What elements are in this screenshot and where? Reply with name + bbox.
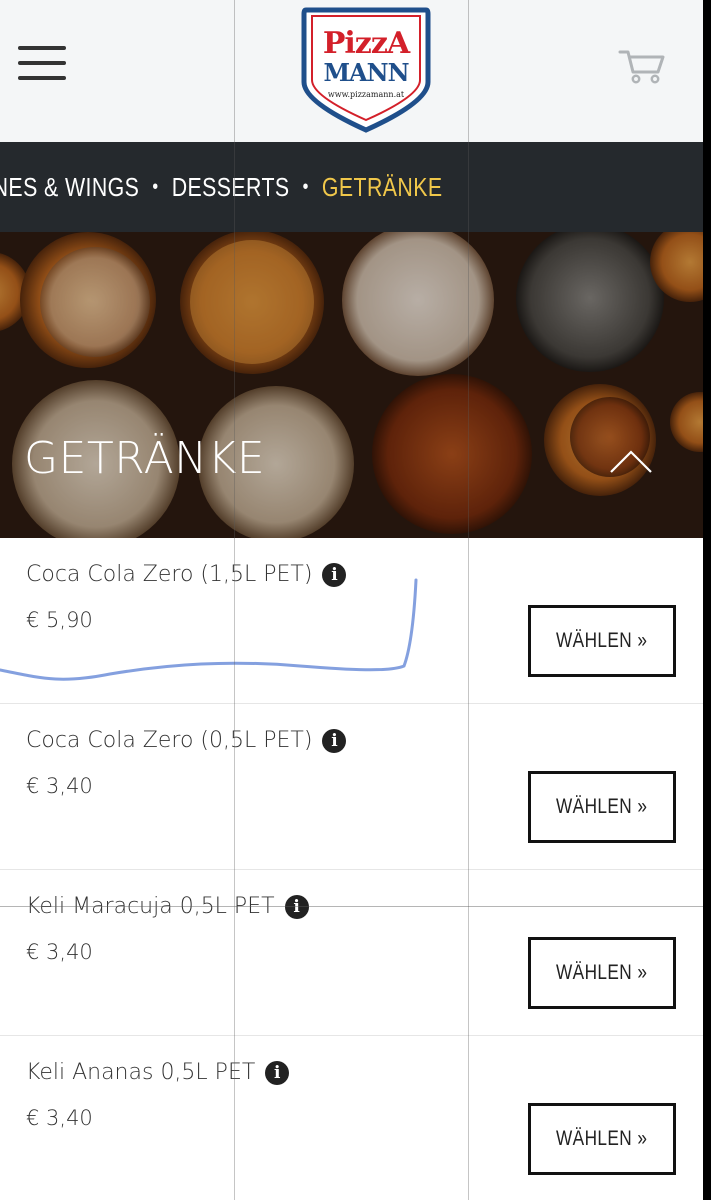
product-name: Coca Cola Zero (0,5L PET) i: [26, 728, 347, 753]
category-separator: •: [302, 176, 309, 198]
logo-text-mann: MANN: [323, 58, 409, 87]
select-button-label: WÄHLEN »: [556, 1127, 648, 1150]
product-name: Keli Ananas 0,5L PET i: [26, 1060, 290, 1085]
info-icon[interactable]: i: [322, 563, 347, 587]
product-row: Coca Cola Zero (0,5L PET) i € 3,40 WÄHLEN…: [0, 704, 703, 870]
product-name: Keli Maracuja 0,5L PET i: [26, 894, 309, 919]
product-name: Coca Cola Zero (1,5L PET) i: [26, 562, 347, 587]
select-button-label: WÄHLEN »: [556, 795, 648, 818]
select-button[interactable]: WÄHLEN »: [528, 1103, 676, 1175]
category-wings[interactable]: ENES & WINGS: [0, 172, 139, 203]
product-row: Keli Ananas 0,5L PET i € 3,40 WÄHLEN »: [0, 1036, 703, 1200]
select-button-label: WÄHLEN »: [556, 629, 648, 652]
product-price: € 5,90: [26, 608, 93, 632]
product-price: € 3,40: [26, 1106, 93, 1130]
beer-glasses-image: [0, 232, 703, 538]
select-button[interactable]: WÄHLEN »: [528, 605, 676, 677]
product-price: € 3,40: [26, 940, 93, 964]
product-price: € 3,40: [26, 774, 93, 798]
category-title: GETRÄNKE: [24, 433, 266, 484]
pizzamann-logo[interactable]: PizzA MANN www.pizzamann.at: [300, 4, 432, 134]
category-getraenke[interactable]: GETRÄNKE: [322, 172, 443, 203]
page: PizzA MANN www.pizzamann.at ENES & WINGS…: [0, 0, 703, 1200]
info-icon[interactable]: i: [322, 729, 347, 753]
info-icon[interactable]: i: [284, 895, 309, 919]
product-name-text: Coca Cola Zero (0,5L PET): [26, 728, 313, 753]
logo-text-pizza: PizzA: [322, 26, 410, 61]
hamburger-menu-icon[interactable]: [18, 46, 66, 82]
product-row: Keli Maracuja 0,5L PET i € 3,40 WÄHLEN »: [0, 870, 703, 1036]
category-separator: •: [152, 176, 159, 198]
select-button[interactable]: WÄHLEN »: [528, 937, 676, 1009]
cart-icon[interactable]: [618, 46, 668, 86]
header: PizzA MANN www.pizzamann.at: [0, 0, 703, 142]
logo-url: www.pizzamann.at: [327, 90, 405, 99]
product-name-text: Keli Maracuja 0,5L PET: [26, 894, 275, 919]
chevron-up-icon[interactable]: [606, 442, 656, 478]
product-name-text: Keli Ananas 0,5L PET: [26, 1060, 256, 1085]
select-button[interactable]: WÄHLEN »: [528, 771, 676, 843]
product-row: Coca Cola Zero (1,5L PET) i € 5,90 WÄHLEN…: [0, 538, 703, 704]
select-button-label: WÄHLEN »: [556, 961, 648, 984]
category-desserts[interactable]: DESSERTS: [172, 172, 290, 203]
category-nav: ENES & WINGS • DESSERTS • GETRÄNKE: [0, 142, 703, 232]
info-icon[interactable]: i: [265, 1061, 290, 1085]
product-name-text: Coca Cola Zero (1,5L PET): [26, 562, 313, 587]
category-hero-image: [0, 232, 703, 538]
